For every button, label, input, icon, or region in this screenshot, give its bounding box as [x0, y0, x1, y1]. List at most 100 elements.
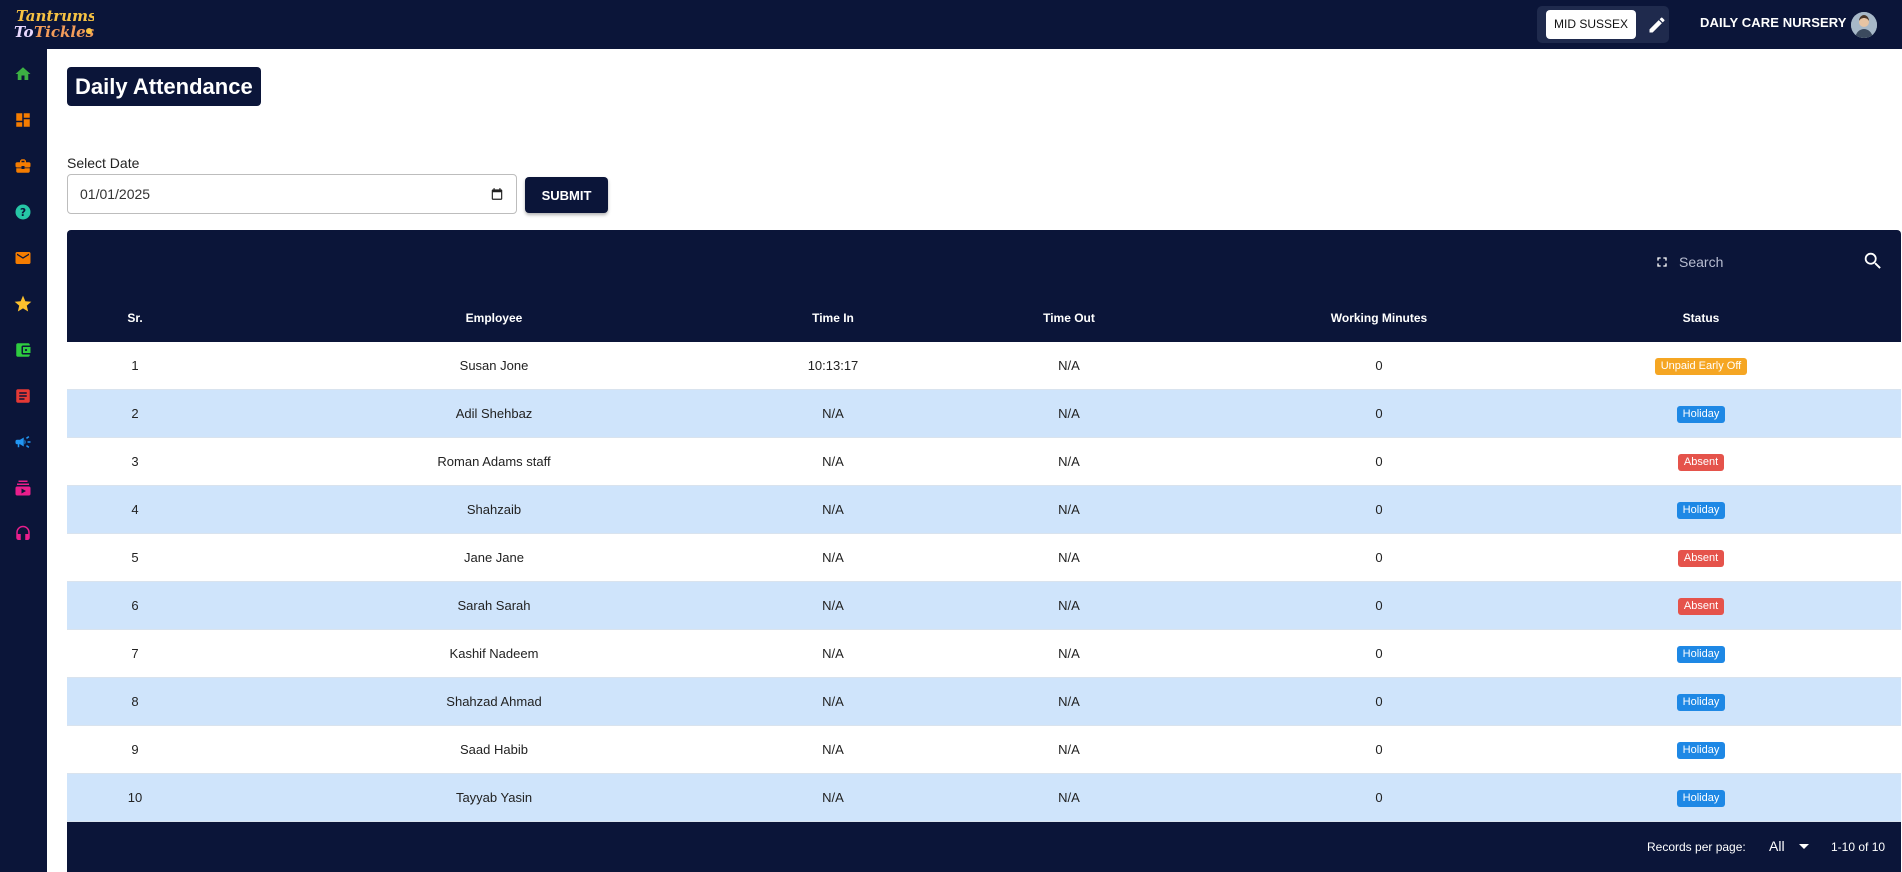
cell-time-in: N/A: [822, 742, 844, 757]
sidebar-item-dashboard[interactable]: [11, 108, 35, 132]
table-row: 6 Sarah Sarah N/A N/A 0 Absent: [67, 582, 1901, 630]
calendar-icon[interactable]: [490, 187, 504, 201]
cell-working-minutes: 0: [1375, 742, 1383, 757]
cell-time-out: N/A: [1058, 742, 1080, 757]
table-row: 7 Kashif Nadeem N/A N/A 0 Holiday: [67, 630, 1901, 678]
table-toolbar: Search: [67, 230, 1901, 294]
sidebar-item-home[interactable]: [11, 62, 35, 86]
cell-time-in: N/A: [822, 406, 844, 421]
cell-time-out: N/A: [1058, 358, 1080, 373]
cell-time-in: N/A: [822, 598, 844, 613]
cell-time-in: N/A: [822, 550, 844, 565]
cell-sr: 8: [131, 694, 139, 709]
fullscreen-icon[interactable]: [1654, 254, 1670, 270]
column-header-time-out[interactable]: Time Out: [881, 311, 1257, 325]
records-per-page-select[interactable]: All: [1769, 838, 1809, 854]
cell-working-minutes: 0: [1375, 550, 1383, 565]
status-badge: Unpaid Early Off: [1654, 357, 1748, 375]
help-icon: ?: [15, 204, 31, 220]
cell-employee: Jane Jane: [464, 550, 524, 565]
cell-sr: 2: [131, 406, 139, 421]
table-search-input[interactable]: Search: [1679, 254, 1723, 270]
top-header: Tantrums To Tickles MID SUSSEX DAILY CAR…: [0, 0, 1902, 49]
edit-branch-pencil-icon[interactable]: [1646, 14, 1668, 36]
column-header-time-in[interactable]: Time In: [785, 311, 881, 325]
date-value: 01/01/2025: [80, 186, 151, 202]
sidebar: ?: [0, 49, 47, 872]
table-pagination: Records per page: All 1-10 of 10: [67, 822, 1901, 872]
table-row: 9 Saad Habib N/A N/A 0 Holiday: [67, 726, 1901, 774]
table-row: 4 Shahzaib N/A N/A 0 Holiday: [67, 486, 1901, 534]
svg-text:To: To: [14, 23, 33, 41]
sidebar-item-inventory[interactable]: [11, 476, 35, 500]
cell-sr: 3: [131, 454, 139, 469]
cell-working-minutes: 0: [1375, 406, 1383, 421]
sidebar-item-work[interactable]: [11, 154, 35, 178]
cell-time-in: N/A: [822, 646, 844, 661]
cell-employee: Saad Habib: [460, 742, 528, 757]
status-badge: Holiday: [1676, 741, 1726, 759]
cell-working-minutes: 0: [1375, 694, 1383, 709]
app-logo[interactable]: Tantrums To Tickles: [12, 4, 94, 44]
date-input[interactable]: 01/01/2025: [67, 174, 517, 214]
star-icon: [14, 295, 32, 312]
branch-selector: MID SUSSEX: [1537, 6, 1669, 43]
briefcase-icon: [15, 159, 31, 173]
column-header-sr[interactable]: Sr.: [67, 311, 203, 325]
cell-time-in: N/A: [822, 454, 844, 469]
cell-employee: Shahzaib: [466, 502, 522, 517]
status-badge: Holiday: [1676, 405, 1726, 423]
table-row: 5 Jane Jane N/A N/A 0 Absent: [67, 534, 1901, 582]
cell-sr: 4: [131, 502, 139, 517]
sidebar-item-favourites[interactable]: [11, 292, 35, 316]
column-header-status[interactable]: Status: [1501, 311, 1901, 325]
cell-working-minutes: 0: [1375, 598, 1383, 613]
cell-time-out: N/A: [1058, 502, 1080, 517]
date-label: Select Date: [67, 155, 140, 171]
cell-working-minutes: 0: [1375, 358, 1383, 373]
cell-employee: Susan Jone: [459, 358, 529, 373]
branch-name[interactable]: MID SUSSEX: [1546, 10, 1637, 39]
sidebar-item-support[interactable]: [11, 522, 35, 546]
svg-text:?: ?: [20, 207, 26, 219]
pagination-range: 1-10 of 10: [1831, 840, 1886, 854]
user-avatar[interactable]: [1851, 12, 1877, 38]
table-header-row: Sr. Employee Time In Time Out Working Mi…: [67, 294, 1901, 342]
cell-sr: 10: [127, 790, 143, 805]
table-row: 2 Adil Shehbaz N/A N/A 0 Holiday: [67, 390, 1901, 438]
home-icon: [15, 67, 31, 80]
submit-button[interactable]: SUBMIT: [525, 177, 608, 213]
search-icon[interactable]: [1862, 250, 1884, 272]
cell-working-minutes: 0: [1375, 454, 1383, 469]
cell-time-out: N/A: [1058, 598, 1080, 613]
cell-sr: 5: [131, 550, 139, 565]
sidebar-item-wallet[interactable]: [11, 338, 35, 362]
cell-time-in: N/A: [822, 502, 844, 517]
cell-time-in: 10:13:17: [807, 358, 859, 373]
cell-sr: 6: [131, 598, 139, 613]
column-header-working-minutes[interactable]: Working Minutes: [1257, 311, 1501, 325]
cell-employee: Kashif Nadeem: [449, 646, 539, 661]
status-badge: Absent: [1677, 597, 1725, 615]
nursery-name: DAILY CARE NURSERY: [1700, 15, 1847, 30]
table-row: 1 Susan Jone 10:13:17 N/A 0 Unpaid Early…: [67, 342, 1901, 390]
cell-time-out: N/A: [1058, 550, 1080, 565]
sidebar-item-announcements[interactable]: [11, 430, 35, 454]
svg-text:Tickles: Tickles: [34, 23, 94, 41]
dropdown-arrow-icon: [1798, 843, 1809, 849]
cell-employee: Adil Shehbaz: [455, 406, 533, 421]
document-icon: [16, 389, 30, 403]
layers-icon: [15, 480, 31, 496]
cell-employee: Roman Adams staff: [437, 454, 551, 469]
status-badge: Holiday: [1676, 789, 1726, 807]
column-header-employee[interactable]: Employee: [203, 311, 785, 325]
sidebar-item-messages[interactable]: [11, 246, 35, 270]
cell-time-out: N/A: [1058, 790, 1080, 805]
status-badge: Holiday: [1676, 645, 1726, 663]
sidebar-item-documents[interactable]: [11, 384, 35, 408]
wallet-icon: [16, 343, 31, 357]
cell-time-in: N/A: [822, 694, 844, 709]
sidebar-item-help[interactable]: ?: [11, 200, 35, 224]
table-row: 8 Shahzad Ahmad N/A N/A 0 Holiday: [67, 678, 1901, 726]
table-body: 1 Susan Jone 10:13:17 N/A 0 Unpaid Early…: [67, 342, 1901, 822]
